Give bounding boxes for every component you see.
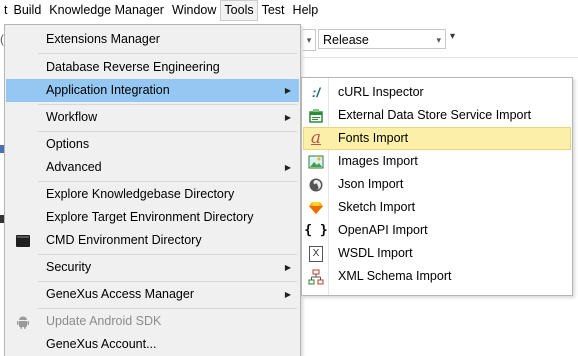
tools-menu: Extensions Manager Database Reverse Engi… [4, 24, 301, 356]
submenu-item-label: WSDL Import [338, 246, 413, 260]
curl-glyph: :/ [312, 85, 320, 100]
menu-separator [38, 281, 297, 282]
menu-item-cmd-environment-directory[interactable]: CMD Environment Directory [6, 229, 299, 252]
submenu-item-external-data-store-service-import[interactable]: External Data Store Service Import [303, 104, 571, 127]
wsdl-icon: X [307, 245, 325, 262]
font-icon: a [307, 130, 325, 147]
menu-item-label: CMD Environment Directory [46, 233, 202, 247]
menu-item-label: Database Reverse Engineering [46, 60, 220, 74]
menu-item-workflow[interactable]: Workflow ▶ [6, 106, 299, 129]
submenu-item-label: External Data Store Service Import [338, 108, 532, 122]
menu-item-label: Options [46, 137, 90, 151]
menu-item-label: Security [46, 260, 92, 274]
configuration-combo-value: Release [323, 33, 369, 47]
submenu-arrow-icon: ▶ [284, 263, 291, 272]
submenu-item-wsdl-import[interactable]: X WSDL Import [303, 242, 571, 265]
menu-separator [38, 308, 297, 309]
menu-item-update-android-sdk: Update Android SDK [6, 310, 299, 333]
menu-item-database-reverse-engineering[interactable]: Database Reverse Engineering [6, 56, 299, 79]
menu-bar: t Build Knowledge Manager Window Tools T… [0, 0, 578, 21]
menu-item-options[interactable]: Options [6, 133, 299, 156]
menu-item-label: GeneXus Account... [46, 337, 157, 351]
menu-item-genexus-access-manager[interactable]: GeneXus Access Manager ▶ [6, 283, 299, 306]
menu-item-label: Workflow [46, 110, 98, 124]
datastore-icon [307, 107, 325, 124]
menu-item-label: Extensions Manager [46, 32, 160, 46]
submenu-item-curl-inspector[interactable]: :/ cURL Inspector [303, 81, 571, 104]
menu-item-application-integration[interactable]: Application Integration ▶ [6, 79, 299, 102]
toolbar-divider [303, 57, 578, 58]
platform-combo-arrow[interactable]: ▾ [303, 29, 316, 51]
menu-tools[interactable]: Tools [220, 0, 258, 21]
menu-separator [38, 104, 297, 105]
menu-item-genexus-account[interactable]: GeneXus Account... [6, 333, 299, 356]
submenu-item-label: Images Import [338, 154, 418, 168]
toolbar-overflow-icon[interactable]: ▾ [450, 31, 455, 42]
image-icon [307, 153, 325, 170]
submenu-item-label: cURL Inspector [338, 85, 424, 99]
submenu-item-xml-schema-import[interactable]: XML Schema Import [303, 265, 571, 288]
submenu-item-openapi-import[interactable]: { } OpenAPI Import [303, 219, 571, 242]
menu-item-explore-knowledgebase-directory[interactable]: Explore Knowledgebase Directory [6, 183, 299, 206]
menu-help[interactable]: Help [289, 0, 323, 21]
menu-item-label: Explore Knowledgebase Directory [46, 187, 235, 201]
openapi-braces-icon: { } [304, 222, 328, 239]
submenu-item-label: Sketch Import [338, 200, 416, 214]
menu-knowledge-manager[interactable]: Knowledge Manager [45, 0, 168, 21]
menu-item-security[interactable]: Security ▶ [6, 256, 299, 279]
menu-item-label: GeneXus Access Manager [46, 287, 194, 301]
submenu-item-label: XML Schema Import [338, 269, 452, 283]
submenu-item-json-import[interactable]: Json Import [303, 173, 571, 196]
menu-item-label: Explore Target Environment Directory [46, 210, 254, 224]
menu-test[interactable]: Test [258, 0, 289, 21]
curl-icon: :/ [307, 84, 325, 101]
openapi-glyph: { } [304, 223, 328, 238]
chevron-down-icon: ▾ [436, 35, 441, 45]
submenu-item-fonts-import[interactable]: a Fonts Import [303, 127, 571, 150]
font-glyph: a [310, 128, 322, 148]
menu-separator [38, 181, 297, 182]
submenu-arrow-icon: ▶ [284, 290, 291, 299]
sketch-icon [307, 199, 325, 216]
menu-item-advanced[interactable]: Advanced ▶ [6, 156, 299, 179]
submenu-item-images-import[interactable]: Images Import [303, 150, 571, 173]
menu-tools-cut[interactable]: t [0, 0, 9, 21]
application-integration-submenu: :/ cURL Inspector External Data Store Se… [301, 77, 573, 296]
menu-item-label: Update Android SDK [46, 314, 162, 328]
submenu-arrow-icon: ▶ [284, 86, 291, 95]
submenu-arrow-icon: ▶ [284, 163, 291, 172]
wsdl-glyph: X [309, 245, 323, 262]
menu-build[interactable]: Build [9, 0, 45, 21]
submenu-arrow-icon: ▶ [284, 113, 291, 122]
menu-separator [38, 131, 297, 132]
submenu-item-label: OpenAPI Import [338, 223, 428, 237]
xml-schema-icon [307, 268, 325, 285]
submenu-item-label: Json Import [338, 177, 404, 191]
submenu-item-sketch-import[interactable]: Sketch Import [303, 196, 571, 219]
submenu-item-label: Fonts Import [338, 131, 409, 145]
menu-item-explore-target-environment-directory[interactable]: Explore Target Environment Directory [6, 206, 299, 229]
cmd-icon [16, 235, 30, 247]
json-icon [307, 176, 325, 193]
menu-separator [38, 53, 297, 54]
menu-item-label: Advanced [46, 160, 102, 174]
menu-item-label: Application Integration [46, 83, 170, 97]
menu-separator [38, 254, 297, 255]
menu-item-extensions-manager[interactable]: Extensions Manager [6, 28, 299, 51]
menu-window[interactable]: Window [168, 0, 220, 21]
configuration-combo[interactable]: Release ▾ [318, 29, 446, 49]
android-icon [17, 316, 29, 329]
